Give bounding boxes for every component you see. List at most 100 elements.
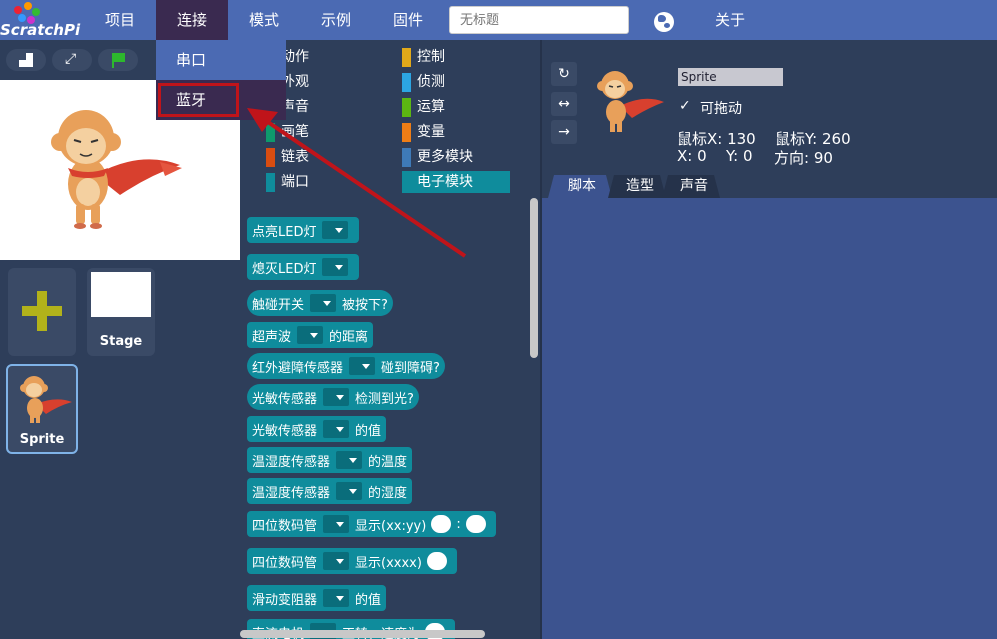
y-position-readout: Y: 0 xyxy=(726,147,753,165)
port-dropdown[interactable] xyxy=(310,294,337,312)
block-text: 光敏传感器 xyxy=(252,423,318,439)
sprites-pane: Stage Sprite xyxy=(0,260,240,639)
left-right-arrow-icon: ↔ xyxy=(558,96,570,112)
direction-readout: 方向: 90 xyxy=(774,149,833,167)
category-operators[interactable]: 运算 xyxy=(402,96,510,118)
port-dropdown[interactable] xyxy=(336,482,363,500)
menu-firmware[interactable]: 固件 xyxy=(372,0,444,40)
category-variables[interactable]: 变量 xyxy=(402,121,510,143)
block-ultrasonic[interactable]: 超声波 的距离 xyxy=(247,322,374,348)
rotate-all-around-button[interactable]: ↻ xyxy=(551,62,577,86)
block-touch-switch[interactable]: 触碰开关 被按下? xyxy=(247,290,393,316)
port-dropdown[interactable] xyxy=(323,589,350,607)
block-text: 红外避障传感器 xyxy=(252,360,344,376)
project-title-input[interactable] xyxy=(449,6,629,34)
block-led-off[interactable]: 熄灭LED灯 xyxy=(247,254,360,280)
stage-preview xyxy=(91,272,151,317)
number-input[interactable] xyxy=(431,515,452,533)
menu-about[interactable]: 关于 xyxy=(700,0,760,40)
left-right-button[interactable]: ↔ xyxy=(551,92,577,116)
right-arrow-icon: → xyxy=(558,124,570,140)
block-ir-obstacle[interactable]: 红外避障传感器 碰到障碍? xyxy=(247,353,445,379)
block-palette: 点亮LED灯 熄灭LED灯 触碰开关 被按下? 超声波 的距离 红外避障传感器 碰到障… xyxy=(240,198,540,639)
tab-scripts[interactable]: 脚本 xyxy=(552,175,612,198)
block-text: 显示(xx:yy) xyxy=(355,518,427,534)
palette-horizontal-scrollbar[interactable] xyxy=(240,630,485,638)
category-label: 侦测 xyxy=(417,74,445,90)
port-dropdown[interactable] xyxy=(322,221,349,239)
menu-project[interactable]: 项目 xyxy=(90,0,150,40)
port-dropdown[interactable] xyxy=(323,388,350,406)
block-text: 熄灭LED灯 xyxy=(252,261,317,277)
block-text: 四位数码管 xyxy=(252,518,318,534)
category-color-swatch xyxy=(402,173,411,192)
block-text: 被按下? xyxy=(342,297,388,313)
block-temperature[interactable]: 温湿度传感器 的温度 xyxy=(247,447,413,473)
block-light-value[interactable]: 光敏传感器 的值 xyxy=(247,416,387,442)
category-color-swatch xyxy=(402,148,411,167)
category-electronics[interactable]: 电子模块 xyxy=(402,171,510,193)
tab-sounds[interactable]: 声音 xyxy=(666,175,722,198)
category-sensing[interactable]: 侦测 xyxy=(402,71,510,93)
sprite-thumbnail[interactable]: Sprite xyxy=(6,364,78,454)
block-potentiometer[interactable]: 滑动变阻器 的值 xyxy=(247,585,387,611)
rotate-icon: ↻ xyxy=(558,66,570,82)
block-led-on[interactable]: 点亮LED灯 xyxy=(247,217,360,243)
block-light-detected[interactable]: 光敏传感器 检测到光? xyxy=(247,384,419,410)
port-dropdown[interactable] xyxy=(297,326,324,344)
block-text: 的温度 xyxy=(368,454,408,470)
category-more-blocks[interactable]: 更多模块 xyxy=(402,146,510,168)
port-dropdown[interactable] xyxy=(349,357,376,375)
category-color-swatch xyxy=(266,123,275,142)
menu-connect[interactable]: 连接 xyxy=(156,0,228,40)
block-humidity[interactable]: 温湿度传感器 的湿度 xyxy=(247,478,413,504)
category-color-swatch xyxy=(266,173,275,192)
block-text: : xyxy=(456,516,461,532)
category-control[interactable]: 控制 xyxy=(402,46,510,68)
block-text: 的距离 xyxy=(329,329,369,345)
port-dropdown[interactable] xyxy=(323,552,350,570)
stage-label: Stage xyxy=(99,334,143,349)
category-color-swatch xyxy=(402,98,411,117)
number-input[interactable] xyxy=(465,515,486,533)
category-pen[interactable]: 画笔 xyxy=(266,121,376,143)
sprite-thumbnail-image xyxy=(20,376,72,423)
block-text: 碰到障碍? xyxy=(381,360,440,376)
port-dropdown[interactable] xyxy=(323,420,350,438)
small-stage-button[interactable] xyxy=(6,49,46,71)
menu-examples[interactable]: 示例 xyxy=(300,0,372,40)
block-display-time[interactable]: 四位数码管 显示(xx:yy): xyxy=(247,511,496,537)
block-text: 四位数码管 xyxy=(252,555,318,571)
tab-costumes[interactable]: 造型 xyxy=(612,175,668,198)
block-text: 滑动变阻器 xyxy=(252,592,318,608)
port-dropdown[interactable] xyxy=(323,515,350,533)
language-globe-icon[interactable] xyxy=(654,12,674,32)
expand-icon: ⤢ xyxy=(65,51,77,67)
category-port[interactable]: 端口 xyxy=(266,171,376,193)
category-label: 运算 xyxy=(417,99,445,115)
menu-mode[interactable]: 模式 xyxy=(228,0,300,40)
dont-rotate-button[interactable]: → xyxy=(551,120,577,144)
block-text: 超声波 xyxy=(252,329,292,345)
category-label: 电子模块 xyxy=(417,174,473,190)
block-text: 的值 xyxy=(355,592,382,608)
green-flag-button[interactable] xyxy=(98,49,138,71)
draggable-checkbox[interactable]: ✓ xyxy=(679,98,691,114)
mouse-y-readout: 鼠标Y: 260 xyxy=(775,130,851,148)
number-input[interactable] xyxy=(426,552,447,570)
connect-serial-item[interactable]: 串口 xyxy=(156,40,286,80)
category-label: 变量 xyxy=(417,124,445,140)
category-list[interactable]: 链表 xyxy=(266,146,376,168)
stage-thumbnail[interactable]: Stage xyxy=(87,268,155,356)
port-dropdown[interactable] xyxy=(322,258,349,276)
port-dropdown[interactable] xyxy=(336,451,363,469)
block-text: 显示(xxxx) xyxy=(355,555,422,571)
script-area[interactable] xyxy=(542,198,997,639)
fullscreen-button[interactable]: ⤢ xyxy=(52,49,92,71)
block-display-number[interactable]: 四位数码管 显示(xxxx) xyxy=(247,548,457,574)
category-label: 端口 xyxy=(281,174,309,190)
category-color-swatch xyxy=(266,148,275,167)
add-sprite-button[interactable] xyxy=(8,268,76,356)
sprite-name-input[interactable]: Sprite xyxy=(678,68,783,86)
palette-vertical-scrollbar[interactable] xyxy=(530,198,538,358)
